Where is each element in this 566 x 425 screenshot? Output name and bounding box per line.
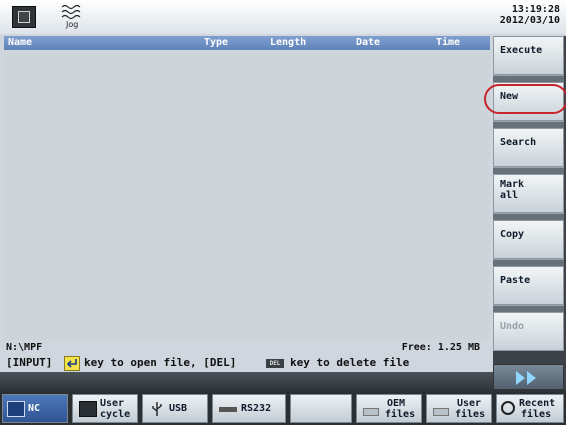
hint-input-key: [INPUT]	[6, 356, 53, 369]
time-text: 13:19:28	[511, 4, 560, 15]
execute-button[interactable]: Execute	[493, 36, 564, 75]
divider-strip	[0, 372, 566, 392]
machine-icon	[12, 6, 36, 28]
del-key-icon: DEL	[266, 359, 284, 368]
clock: 13:19:28 2012/03/10	[500, 4, 560, 26]
nc-icon	[7, 401, 25, 417]
double-arrow-right-icon	[516, 371, 525, 385]
highlight-circle	[484, 84, 566, 114]
cycle-icon	[79, 401, 97, 417]
column-date[interactable]: Date	[356, 37, 380, 48]
tab-user-files-label-2: files	[455, 409, 486, 420]
tab-oem-label-2: files	[385, 409, 416, 420]
mark-all-button[interactable]: Mark all	[493, 174, 564, 213]
file-list-header: Name Type Length Date Time	[4, 36, 490, 50]
enter-key-icon	[64, 356, 80, 371]
hint-open-text: key to open file, [DEL]	[84, 356, 237, 369]
tab-usb-label: USB	[169, 403, 188, 414]
date-text: 2012/03/10	[499, 15, 560, 26]
folder-icon	[433, 408, 449, 416]
path-bar: N:\MPF Free: 1.25 MB	[4, 342, 490, 354]
jog-wave-icon	[61, 4, 81, 20]
empty-softkey[interactable]	[290, 394, 352, 423]
tab-rs232-label: RS232	[241, 403, 272, 414]
tab-user-cycle-label-1: User	[100, 398, 125, 409]
folder-icon	[363, 408, 379, 416]
hint-delete-text: key to delete file	[290, 356, 410, 369]
rs232-icon	[219, 407, 237, 412]
copy-button[interactable]: Copy	[493, 220, 564, 259]
forward-button[interactable]	[493, 364, 564, 390]
paste-button[interactable]: Paste	[493, 266, 564, 305]
column-name[interactable]: Name	[8, 37, 32, 48]
free-space: Free: 1.25 MB	[401, 342, 480, 353]
tab-nc[interactable]: NC	[2, 394, 68, 423]
tab-user-cycle[interactable]: User cycle	[72, 394, 138, 423]
search-button[interactable]: Search	[493, 128, 564, 167]
usb-icon	[152, 402, 162, 416]
file-list[interactable]	[4, 50, 490, 340]
current-path: N:\MPF	[6, 342, 43, 353]
tab-nc-label: NC	[28, 403, 41, 414]
tab-oem-files[interactable]: OEM files	[356, 394, 422, 423]
status-bar: Jog 13:19:28 2012/03/10	[0, 0, 566, 34]
mode-label: Jog	[66, 20, 79, 29]
tab-user-files[interactable]: User files	[426, 394, 492, 423]
hint-line: [INPUT] key to open file, [DEL] DEL key …	[4, 354, 490, 371]
tab-user-files-label-1: User	[457, 398, 482, 409]
tab-recent-label-2: files	[521, 409, 552, 420]
tab-recent-label-1: Recent	[519, 398, 556, 409]
tab-oem-label-1: OEM	[387, 398, 406, 409]
horizontal-softkeys: NC User cycle USB RS232 OEM files User f…	[0, 392, 566, 425]
tab-usb[interactable]: USB	[142, 394, 208, 423]
undo-button[interactable]: Undo	[493, 312, 564, 351]
column-length[interactable]: Length	[270, 37, 306, 48]
tab-user-cycle-label-2: cycle	[100, 409, 131, 420]
column-type[interactable]: Type	[204, 37, 228, 48]
column-time[interactable]: Time	[436, 37, 460, 48]
clock-icon	[501, 401, 515, 415]
tab-recent-files[interactable]: Recent files	[496, 394, 564, 423]
tab-rs232[interactable]: RS232	[212, 394, 286, 423]
